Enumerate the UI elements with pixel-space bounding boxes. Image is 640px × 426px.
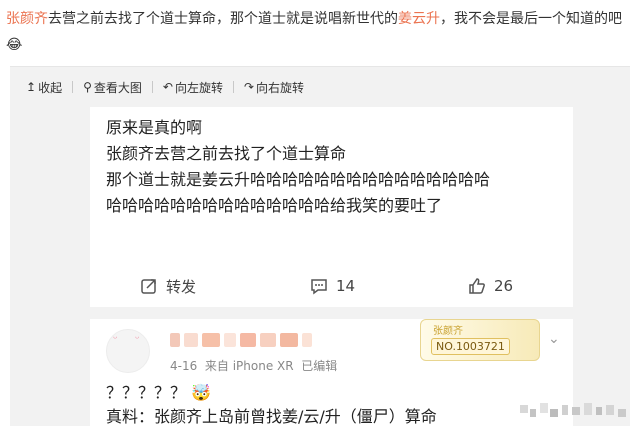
- blur-block: [170, 333, 180, 347]
- comment-line: ？？？？？ 🤯: [106, 383, 212, 402]
- blur-block: [260, 333, 276, 347]
- collapse-label: 收起: [38, 80, 63, 95]
- bunny-ear-icon: ᵕ: [113, 332, 118, 345]
- magnifier-icon: ⚲: [83, 80, 92, 94]
- blur-block: [240, 333, 256, 347]
- toolbar-divider: [151, 81, 153, 93]
- thumbs-up-icon: [469, 278, 485, 294]
- rotate-right-label: 向右旋转: [256, 80, 305, 95]
- view-large-label: 查看大图: [93, 80, 142, 95]
- repost-icon: [141, 279, 156, 294]
- post-text: 张颜齐去营之前去找了个道士算命，那个道士就是说唱新世代的姜云升，我不会是最后一个…: [6, 6, 634, 58]
- screenshot-image[interactable]: 原来是真的啊 张颜齐去营之前去找了个道士算命 那个道士就是姜云升哈哈哈哈哈哈哈哈…: [90, 107, 573, 426]
- post-body-2: ，我不会是最后一个知道的吧: [440, 11, 622, 27]
- post-actions: 转发 14 26: [90, 269, 573, 303]
- rotate-left-button[interactable]: ↶ 向左旋转: [163, 79, 223, 96]
- rotate-right-icon: ↷: [243, 80, 255, 94]
- comment-count: 14: [336, 277, 356, 295]
- rotate-right-button[interactable]: ↷ 向右旋转: [244, 79, 304, 96]
- content-line: 原来是真的啊: [106, 118, 203, 137]
- card-gap: [90, 307, 573, 319]
- like-count: 26: [494, 277, 514, 295]
- post-content: 原来是真的啊 张颜齐去营之前去找了个道士算命 那个道士就是姜云升哈哈哈哈哈哈哈哈…: [106, 115, 566, 219]
- content-line: 张颜齐去营之前去找了个道士算命: [106, 144, 347, 163]
- mention-jiang-yunsheng[interactable]: 姜云升: [398, 11, 440, 27]
- collapse-button[interactable]: ↥ 收起: [26, 79, 62, 96]
- image-toolbar: ↥ 收起 ⚲ 查看大图 ↶ 向左旋转 ↷ 向右旋转: [10, 67, 630, 107]
- rotate-left-icon: ↶: [162, 80, 173, 94]
- blur-block: [184, 333, 198, 347]
- bunny-ear-icon: ᵕ: [135, 332, 140, 345]
- rotate-left-label: 向左旋转: [174, 80, 223, 95]
- view-large-button[interactable]: ⚲ 查看大图: [83, 79, 142, 96]
- blur-block: [302, 333, 312, 347]
- comment-meta: 4-16 来自 iPhone XR 已编辑: [170, 357, 337, 374]
- avatar[interactable]: ᵕ ᵕ: [106, 329, 150, 373]
- comment-icon: [311, 279, 327, 295]
- toolbar-divider: [232, 81, 234, 93]
- comment-line: 真料：张颜齐上岛前曾找姜/云/升（僵尸）算命: [106, 407, 437, 426]
- repost-button[interactable]: 转发: [140, 276, 196, 297]
- blur-block: [280, 333, 298, 347]
- fan-badge[interactable]: 张颜齐 NO.1003721: [420, 319, 540, 361]
- fan-badge-name: 张颜齐: [433, 326, 463, 337]
- image-viewer: ↥ 收起 ⚲ 查看大图 ↶ 向左旋转 ↷ 向右旋转 原来是真的啊 张颜齐去营之前…: [10, 66, 630, 426]
- blur-block: [224, 333, 236, 347]
- blurred-username[interactable]: [170, 333, 312, 347]
- laugh-emoji: 😂: [6, 37, 23, 53]
- blur-block: [202, 333, 220, 347]
- edited-label: 已编辑: [301, 359, 338, 373]
- content-line: 那个道士就是姜云升哈哈哈哈哈哈哈哈哈哈哈哈哈哈哈: [106, 170, 491, 189]
- toolbar-divider: [72, 81, 74, 93]
- mention-zhang-yanqi[interactable]: 张颜齐: [6, 11, 48, 27]
- like-button[interactable]: 26: [468, 277, 513, 295]
- chevron-down-icon[interactable]: ⌄: [548, 331, 560, 347]
- fan-badge-number: NO.1003721: [431, 338, 510, 355]
- weibo-comment-card: ᵕ ᵕ 4-16 来自 iPhone XR 已编辑 张颜齐 NO.1003721: [90, 319, 573, 426]
- post-body-1: 去营之前去找了个道士算命，那个道士就是说唱新世代的: [48, 11, 398, 27]
- repost-label: 转发: [166, 277, 197, 296]
- collapse-arrow-icon: ↥: [26, 80, 37, 94]
- weibo-post-card: 原来是真的啊 张颜齐去营之前去找了个道士算命 那个道士就是姜云升哈哈哈哈哈哈哈哈…: [90, 107, 573, 307]
- comment-source: 来自 iPhone XR: [204, 359, 294, 373]
- comment-date: 4-16: [170, 359, 198, 373]
- pixelated-watermark: [520, 403, 626, 417]
- comment-button[interactable]: 14: [310, 277, 355, 295]
- content-line: 哈哈哈哈哈哈哈哈哈哈哈哈哈哈给我笑的要吐了: [106, 196, 443, 215]
